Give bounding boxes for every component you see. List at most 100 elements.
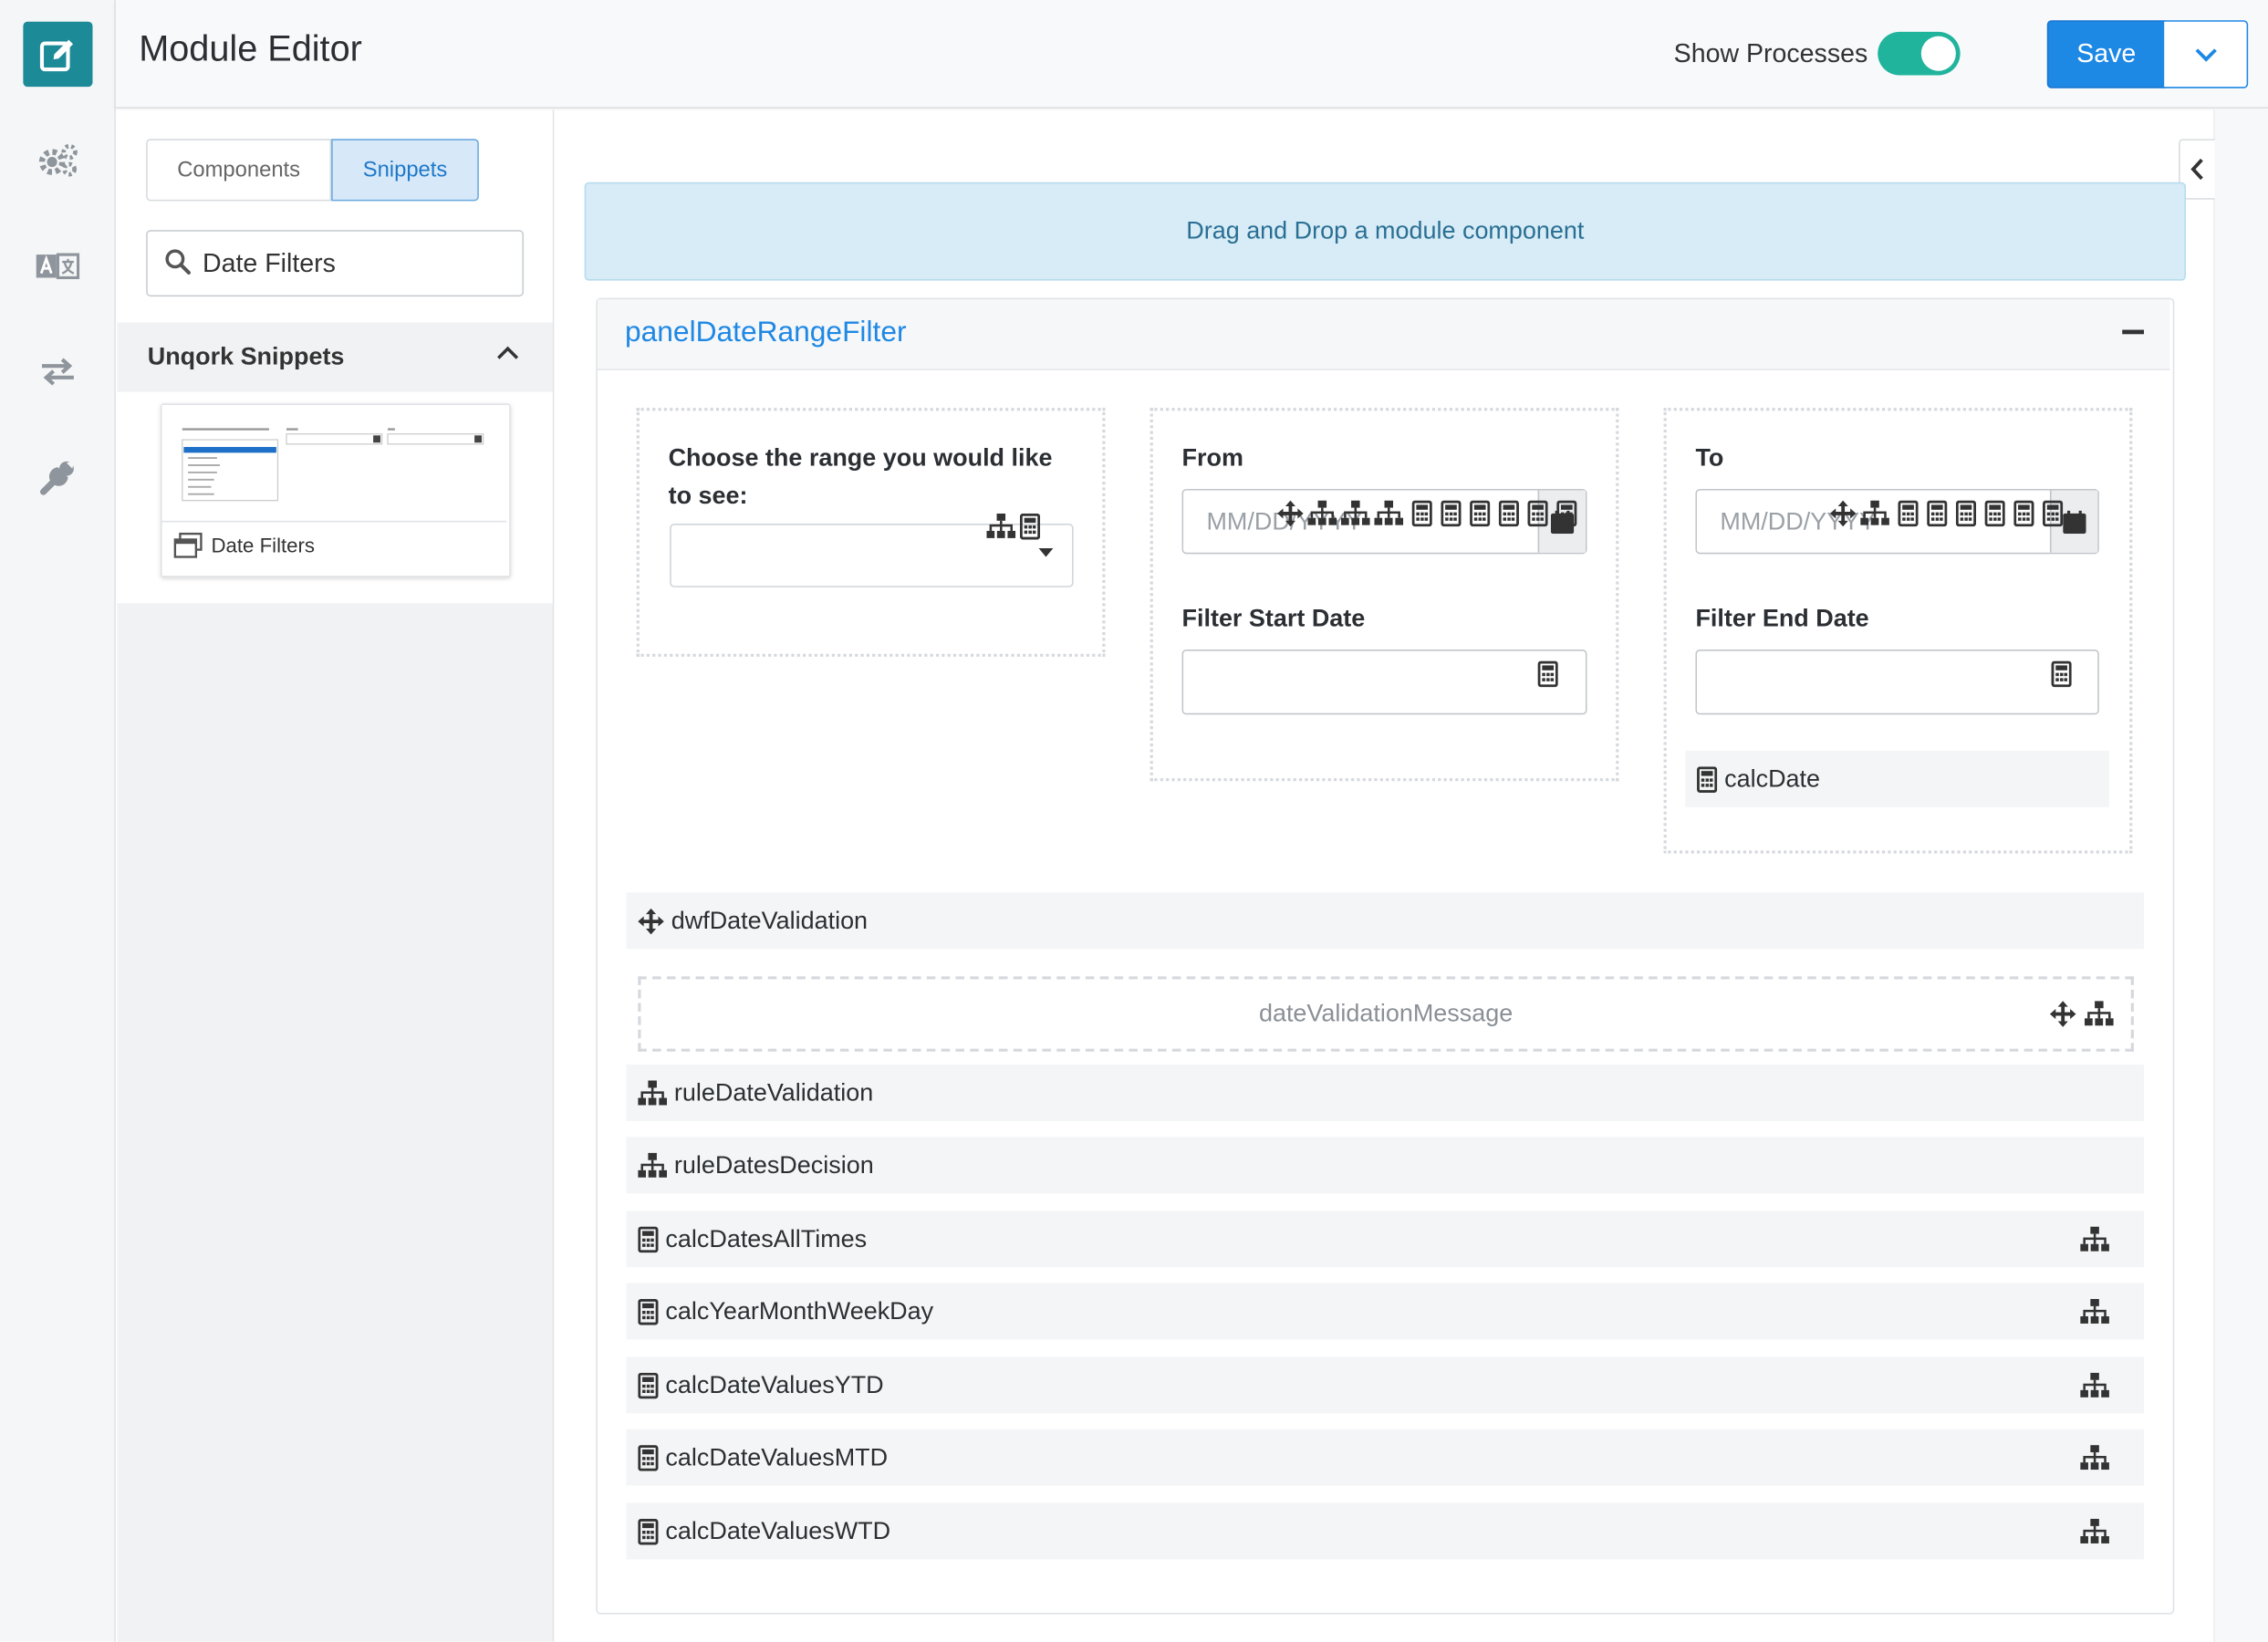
- panel-header[interactable]: panelDateRangeFilter: [597, 299, 2170, 370]
- component-row-calc-dates-all-times[interactable]: calcDatesAllTimes: [626, 1211, 2145, 1268]
- calculator-icon: [1985, 501, 2005, 527]
- snippets-section-header[interactable]: Unqork Snippets: [117, 322, 553, 392]
- panel-title: panelDateRangeFilter: [625, 317, 907, 349]
- search-input[interactable]: [202, 245, 514, 281]
- save-options-dropdown[interactable]: [2162, 20, 2249, 88]
- calculator-icon: [1499, 501, 1519, 527]
- snippets-section-title: Unqork Snippets: [147, 342, 345, 370]
- to-date-input[interactable]: MM/DD/YYYY: [1695, 488, 2099, 555]
- calculator-icon: [1898, 501, 1918, 527]
- component-row-calc-date-values-mtd[interactable]: calcDateValuesMTD: [626, 1429, 2145, 1486]
- move-icon: [638, 908, 664, 934]
- component-label: ruleDatesDecision: [673, 1150, 874, 1179]
- from-date-input[interactable]: MM/DD/YYYY: [1181, 488, 1587, 555]
- calc-date-label: calcDate: [1724, 764, 1821, 793]
- component-label: calcDateValuesMTD: [665, 1442, 889, 1471]
- sitemap-icon: [638, 1080, 667, 1107]
- search-box[interactable]: [146, 230, 525, 297]
- translate-icon: [36, 252, 80, 279]
- sitemap-icon: [2080, 1227, 2109, 1253]
- calculator-icon: [1556, 501, 1576, 527]
- sitemap-icon: [1341, 501, 1370, 527]
- component-label: calcDatesAllTimes: [665, 1224, 868, 1252]
- rail-tools[interactable]: [23, 444, 92, 509]
- sitemap-icon: [1307, 501, 1337, 527]
- exchange-icon: [41, 357, 74, 385]
- save-button[interactable]: Save: [2046, 20, 2166, 88]
- sidebar-top: Components Snippets: [117, 109, 553, 323]
- panel-date-range-filter[interactable]: panelDateRangeFilter Choose the range yo…: [596, 297, 2175, 1615]
- sitemap-icon: [638, 1152, 667, 1179]
- component-row-rule-date-validation[interactable]: ruleDateValidation: [626, 1065, 2145, 1121]
- component-row-dwf-date-validation[interactable]: dwfDateValidation: [626, 892, 2145, 950]
- top-header: Module Editor Show Processes Save: [115, 0, 2268, 109]
- component-label: calcDateValuesWTD: [665, 1516, 891, 1544]
- sitemap-icon: [2080, 1299, 2109, 1325]
- tab-components[interactable]: Components: [146, 139, 332, 202]
- sitemap-icon: [2080, 1519, 2109, 1545]
- move-icon: [1830, 501, 1857, 527]
- to-label: To: [1695, 443, 1724, 472]
- calculator-icon: [1470, 501, 1490, 527]
- show-processes-toggle[interactable]: [1878, 31, 1961, 76]
- calculator-icon: [2013, 501, 2034, 527]
- calculator-icon: [1527, 501, 1547, 527]
- column-to: To MM/DD/YYYY Filter End Date calcDate: [1663, 408, 2133, 854]
- calculator-icon: [638, 1298, 658, 1325]
- component-label: calcDateValuesYTD: [665, 1370, 884, 1398]
- calculator-icon: [638, 1372, 658, 1398]
- date-validation-message[interactable]: dateValidationMessage: [638, 976, 2134, 1052]
- chevron-left-icon: [2190, 158, 2203, 181]
- rail-settings[interactable]: [23, 128, 92, 192]
- calc-date-component[interactable]: calcDate: [1685, 750, 2109, 807]
- range-select[interactable]: [670, 524, 1074, 587]
- chevron-up-icon: [497, 346, 519, 359]
- column-range: Choose the range you would like to see:: [636, 408, 1106, 657]
- show-processes-label: Show Processes: [1673, 38, 1868, 68]
- filter-end-date-input[interactable]: [1695, 649, 2099, 715]
- move-icon: [1277, 501, 1304, 527]
- left-rail: [0, 0, 116, 1642]
- calculator-icon: [1020, 514, 1040, 540]
- component-row-rule-dates-decision[interactable]: ruleDatesDecision: [626, 1137, 2145, 1194]
- snippet-label: Date Filters: [211, 534, 316, 557]
- column-from: From MM/DD/YYYY Filter Start Date: [1150, 408, 1619, 782]
- calculator-icon: [638, 1444, 658, 1471]
- sitemap-icon: [986, 514, 1015, 540]
- gears-icon: [38, 142, 78, 176]
- collapse-panel-icon[interactable]: [2122, 329, 2145, 335]
- filter-start-date-input[interactable]: [1181, 649, 1587, 715]
- page-title: Module Editor: [139, 28, 362, 70]
- dropzone[interactable]: Drag and Drop a module component: [584, 182, 2186, 281]
- wrench-icon: [40, 461, 74, 494]
- calculator-icon: [1538, 661, 1558, 688]
- builder-canvas: Drag and Drop a module component panelDa…: [554, 109, 2268, 1642]
- rail-data-workflow[interactable]: [23, 338, 92, 403]
- component-row-calc-date-values-ytd[interactable]: calcDateValuesYTD: [626, 1356, 2145, 1414]
- caret-down-icon: [1038, 547, 1054, 557]
- calculator-icon: [1927, 501, 1947, 527]
- component-label: calcYearMonthWeekDay: [665, 1296, 934, 1325]
- sitemap-icon: [2080, 1445, 2109, 1471]
- right-gutter: [2213, 109, 2268, 1642]
- snippets-list: Date Filters: [117, 391, 553, 604]
- snippet-thumbnail: [161, 404, 506, 523]
- move-icon: [2050, 1001, 2076, 1027]
- sitemap-icon: [2085, 1001, 2114, 1027]
- rail-translations[interactable]: [23, 233, 92, 297]
- filter-start-date-label: Filter Start Date: [1181, 604, 1366, 632]
- component-label: ruleDateValidation: [673, 1078, 874, 1107]
- rail-module-editor[interactable]: [23, 21, 93, 88]
- edit-icon: [39, 38, 74, 71]
- calculator-icon: [1412, 501, 1432, 527]
- calculator-icon: [2043, 501, 2063, 527]
- component-row-calc-year-month-week-day[interactable]: calcYearMonthWeekDay: [626, 1283, 2145, 1340]
- snippet-card[interactable]: Date Filters: [161, 403, 511, 577]
- component-row-calc-date-values-wtd[interactable]: calcDateValuesWTD: [626, 1502, 2145, 1560]
- component-sidebar: Components Snippets Unqork Snippets: [117, 109, 555, 1642]
- tab-snippets[interactable]: Snippets: [331, 139, 479, 202]
- calculator-icon: [1697, 766, 1717, 793]
- calendar-icon: [2063, 510, 2086, 533]
- chevron-down-icon: [2194, 47, 2217, 61]
- from-label: From: [1181, 443, 1243, 472]
